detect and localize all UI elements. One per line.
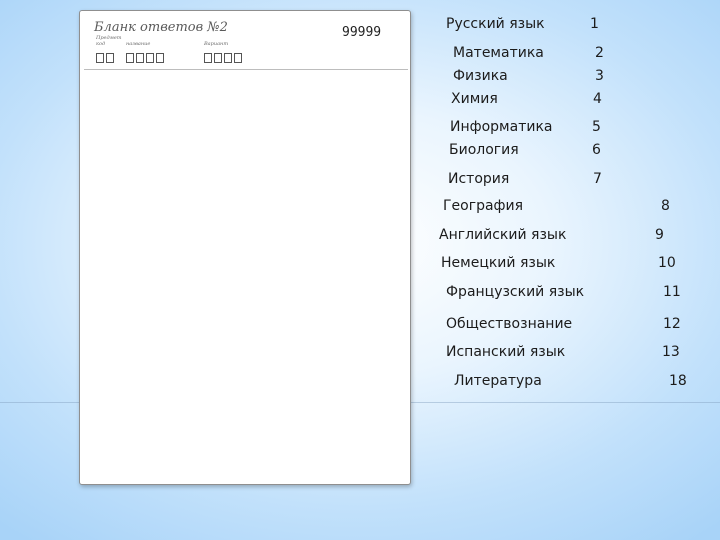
entry-box[interactable] xyxy=(234,53,242,63)
variant-boxes xyxy=(204,53,242,63)
subject-name: Химия xyxy=(451,91,498,107)
subject-name: Физика xyxy=(453,68,508,84)
entry-box[interactable] xyxy=(224,53,232,63)
sheet-code: 99999 xyxy=(342,25,382,40)
subject-code: 3 xyxy=(595,68,604,84)
field-label-subject-code: Предмет код xyxy=(96,35,122,47)
subject-name: Русский язык xyxy=(446,16,545,32)
subject-name: Испанский язык xyxy=(446,344,566,360)
subject-name: География xyxy=(443,198,524,214)
subject-code: 4 xyxy=(593,91,602,107)
subject-name: Обществознание xyxy=(446,316,573,332)
entry-box[interactable] xyxy=(126,53,134,63)
subject-code: 9 xyxy=(655,227,664,243)
subject-name: Французский язык xyxy=(446,284,585,300)
entry-box[interactable] xyxy=(96,53,104,63)
subject-name-boxes xyxy=(126,53,164,63)
entry-box[interactable] xyxy=(106,53,114,63)
entry-box[interactable] xyxy=(156,53,164,63)
subject-code: 11 xyxy=(663,284,681,300)
subject-code: 2 xyxy=(595,45,604,61)
subject-code: 7 xyxy=(593,171,602,187)
subject-name: Математика xyxy=(453,45,544,61)
subject-name: История xyxy=(448,171,510,187)
subject-code: 13 xyxy=(662,344,680,360)
subject-name: Литература xyxy=(454,373,542,389)
subject-code: 18 xyxy=(669,373,687,389)
subject-code: 10 xyxy=(658,255,676,271)
subject-code-boxes xyxy=(96,53,114,63)
subject-name: Английский язык xyxy=(439,227,567,243)
subject-code: 5 xyxy=(592,119,601,135)
subject-code: 1 xyxy=(590,16,599,32)
subject-name: Биология xyxy=(449,142,519,158)
answer-sheet: Бланк ответов №2 99999 Предмет код назва… xyxy=(79,10,411,485)
field-label-subject-name: название xyxy=(126,41,151,47)
subject-code: 6 xyxy=(592,142,601,158)
entry-box[interactable] xyxy=(136,53,144,63)
field-label-variant: Вариант xyxy=(204,41,229,47)
sheet-header-rule xyxy=(84,69,408,70)
entry-box[interactable] xyxy=(146,53,154,63)
sheet-title: Бланк ответов №2 xyxy=(94,20,228,35)
subject-name: Информатика xyxy=(450,119,553,135)
subject-name: Немецкий язык xyxy=(441,255,556,271)
entry-box[interactable] xyxy=(204,53,212,63)
entry-box[interactable] xyxy=(214,53,222,63)
subject-code: 8 xyxy=(661,198,670,214)
subject-code: 12 xyxy=(663,316,681,332)
